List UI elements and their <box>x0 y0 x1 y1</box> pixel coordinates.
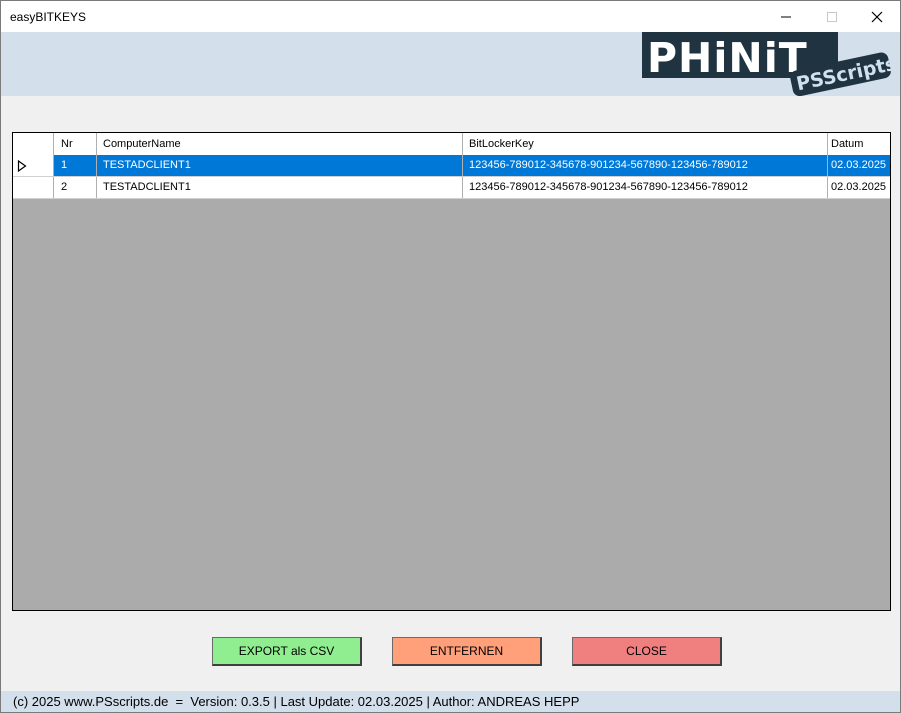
table-row[interactable]: 1 TESTADCLIENT1 123456-789012-345678-901… <box>13 155 890 177</box>
remove-button[interactable]: ENTFERNEN <box>392 637 542 666</box>
status-text: (c) 2025 www.PSscripts.de = Version: 0.3… <box>13 694 580 709</box>
cell-bitlockerkey[interactable]: 123456-789012-345678-901234-567890-12345… <box>463 177 828 198</box>
row-header[interactable] <box>13 155 54 176</box>
maximize-button[interactable] <box>809 1 855 32</box>
table-row[interactable]: 2 TESTADCLIENT1 123456-789012-345678-901… <box>13 177 890 199</box>
cell-datum[interactable]: 02.03.2025 <box>828 155 890 176</box>
col-header-computername[interactable]: ComputerName <box>97 133 463 155</box>
cell-nr[interactable]: 1 <box>54 155 97 176</box>
cell-datum[interactable]: 02.03.2025 <box>828 177 890 198</box>
app-window: easyBITKEYS PHiNiT PSScripts Nr Computer… <box>0 0 901 713</box>
window-title: easyBITKEYS <box>10 10 87 24</box>
maximize-icon <box>827 11 837 22</box>
row-header-corner <box>13 133 54 155</box>
title-bar[interactable]: easyBITKEYS <box>1 1 900 32</box>
close-icon <box>871 11 883 22</box>
status-bar: (c) 2025 www.PSscripts.de = Version: 0.3… <box>1 691 900 712</box>
cell-computername[interactable]: TESTADCLIENT1 <box>97 155 463 176</box>
grid-header: Nr ComputerName BitLockerKey Datum <box>13 133 890 156</box>
phinit-psscripts-logo: PHiNiT PSScripts <box>642 32 892 96</box>
row-header[interactable] <box>13 177 54 198</box>
bitlocker-grid[interactable]: Nr ComputerName BitLockerKey Datum 1 TES… <box>12 132 891 611</box>
export-csv-button[interactable]: EXPORT als CSV <box>212 637 362 666</box>
col-header-nr[interactable]: Nr <box>54 133 97 155</box>
svg-text:PHiNiT: PHiNiT <box>647 34 808 82</box>
minimize-button[interactable] <box>763 1 809 32</box>
minimize-icon <box>781 16 791 17</box>
cell-bitlockerkey[interactable]: 123456-789012-345678-901234-567890-12345… <box>463 155 828 176</box>
cell-computername[interactable]: TESTADCLIENT1 <box>97 177 463 198</box>
col-header-bitlockerkey[interactable]: BitLockerKey <box>463 133 828 155</box>
col-header-datum[interactable]: Datum <box>828 133 890 155</box>
close-window-button[interactable] <box>854 1 900 32</box>
close-button[interactable]: CLOSE <box>572 637 722 666</box>
current-row-arrow-icon <box>17 160 27 172</box>
cell-nr[interactable]: 2 <box>54 177 97 198</box>
